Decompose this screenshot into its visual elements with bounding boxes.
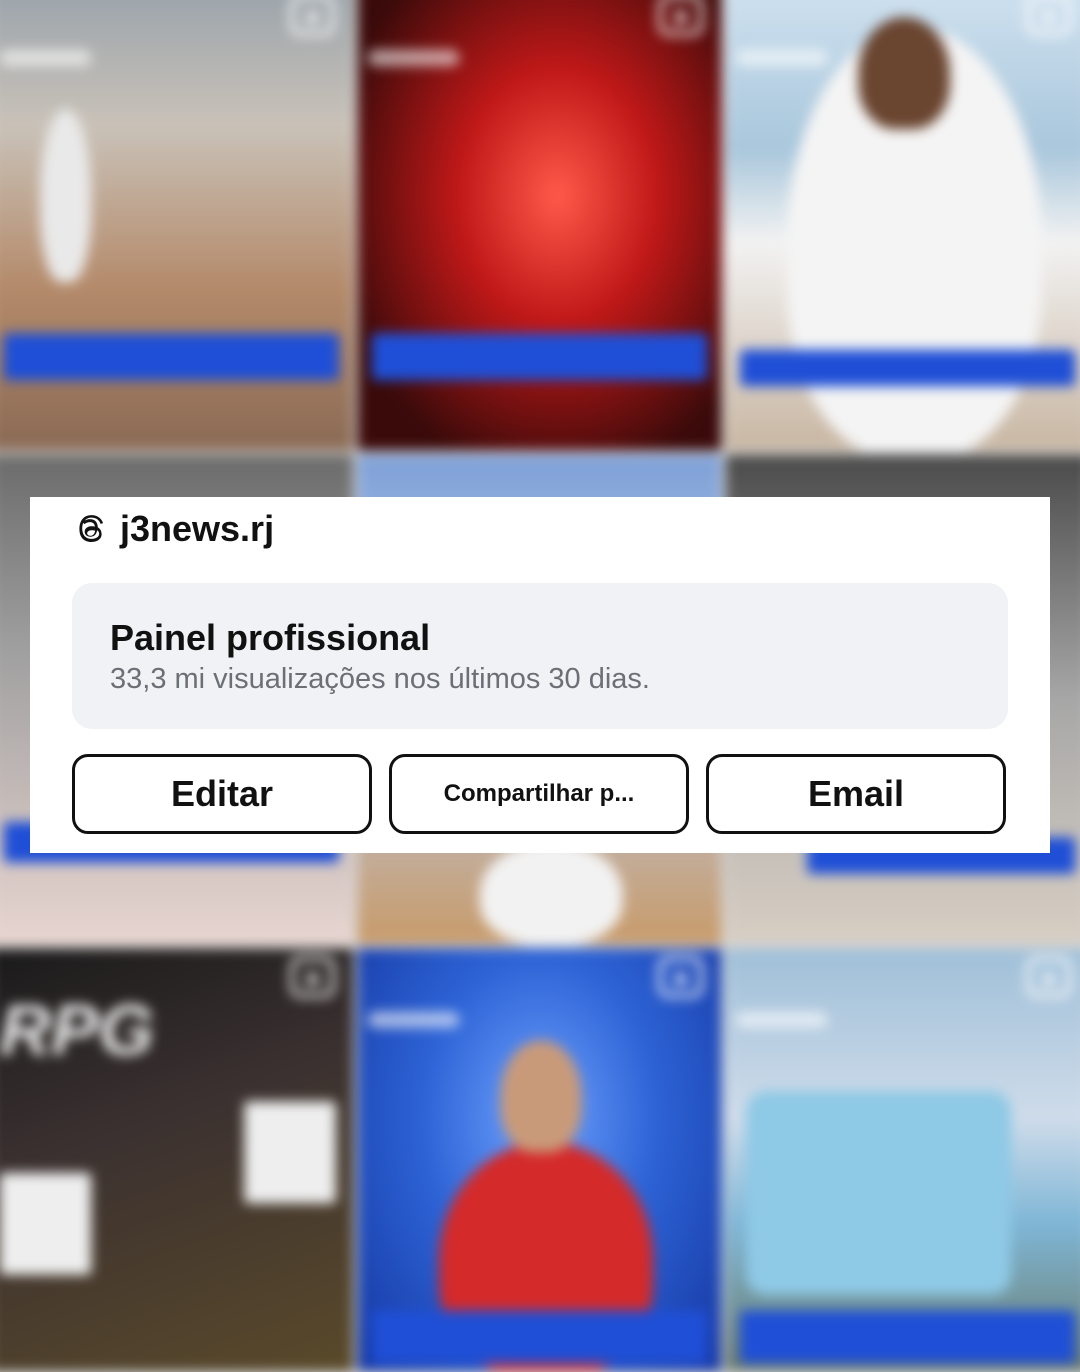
rpg-graphic: RPG [0, 990, 155, 1070]
professional-dashboard-panel[interactable]: Painel profissional 33,3 mi visualizaçõe… [72, 583, 1008, 729]
caption-bar [371, 333, 708, 381]
tag-pill [735, 49, 828, 67]
caption-bar [739, 1310, 1076, 1364]
reel-icon [290, 0, 335, 36]
person-head [858, 17, 951, 130]
bus-shape [746, 1091, 1012, 1296]
edit-button[interactable]: Editar [72, 754, 372, 834]
tag-pill [367, 1011, 460, 1028]
email-button[interactable]: Email [706, 754, 1006, 834]
account-header: j3news.rj [74, 508, 274, 550]
tag-pill [0, 49, 92, 67]
profile-card: j3news.rj Painel profissional 33,3 mi vi… [30, 497, 1050, 853]
threads-icon [74, 511, 110, 547]
reel-icon [658, 956, 704, 998]
caption-bar [739, 349, 1076, 387]
tag-pill [735, 1011, 828, 1028]
reel-icon [290, 956, 335, 998]
reel-thumbnail[interactable] [0, 0, 354, 451]
reel-icon [1026, 956, 1072, 998]
reel-thumbnail[interactable] [357, 948, 722, 1372]
person-figure [40, 108, 92, 283]
caption-bar [371, 1310, 708, 1364]
reel-icon [658, 0, 704, 36]
photo-frame [0, 1172, 92, 1275]
reel-thumbnail[interactable] [725, 948, 1080, 1372]
person-figure [479, 842, 623, 945]
reel-icon [1026, 0, 1072, 36]
person-head [500, 1040, 582, 1153]
share-profile-button[interactable]: Compartilhar p... [389, 754, 689, 834]
panel-views-summary: 33,3 mi visualizações nos últimos 30 dia… [110, 663, 650, 695]
reel-thumbnail[interactable]: RPG [0, 948, 354, 1372]
reel-thumbnail[interactable] [357, 0, 722, 451]
account-username[interactable]: j3news.rj [120, 508, 274, 550]
photo-frame [244, 1101, 336, 1204]
tag-pill [367, 49, 460, 67]
caption-bar [3, 333, 340, 381]
panel-title: Painel profissional [110, 617, 431, 658]
reel-thumbnail[interactable] [725, 0, 1080, 451]
